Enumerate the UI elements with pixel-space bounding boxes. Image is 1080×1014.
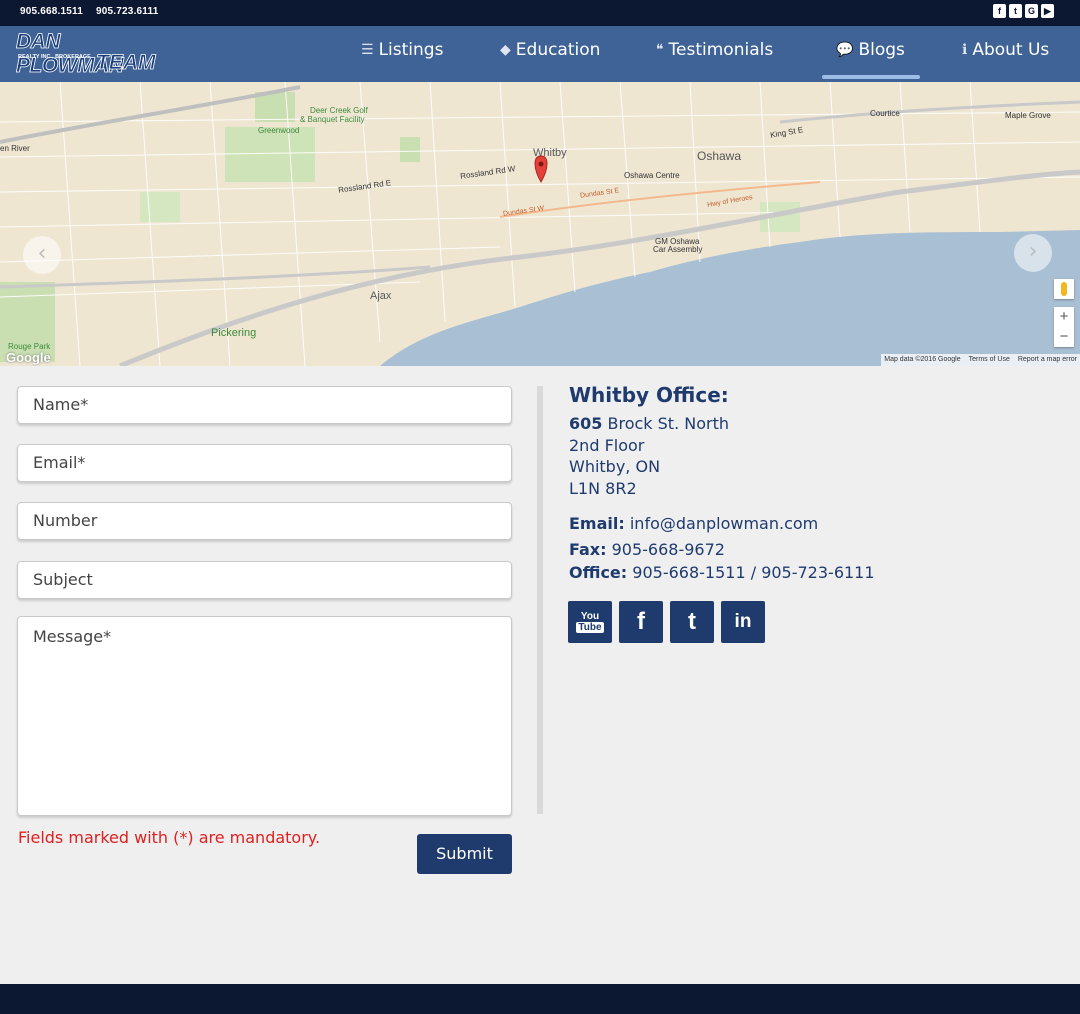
top-phones: 905.668.1511 905.723.6111: [20, 6, 168, 17]
google-logo: Google: [6, 350, 51, 365]
map-prev-arrow[interactable]: ‹: [23, 236, 61, 274]
office-title: Whitby Office:: [569, 383, 729, 407]
social-buttons: You Tube f t in: [568, 601, 765, 643]
office-email-row: Email: info@danplowman.com: [569, 513, 875, 535]
map-label-deer-creek-2: & Banquet Facility: [300, 115, 365, 124]
subject-input[interactable]: Subject: [17, 561, 512, 599]
office-postal: L1N 8R2: [569, 478, 637, 498]
office-fax-label: Fax:: [569, 539, 607, 559]
nav-testimonials-label: Testimonials: [668, 40, 774, 60]
map-label-greenwood: Greenwood: [258, 126, 300, 135]
email-input[interactable]: Email*: [17, 444, 512, 482]
facebook-button[interactable]: f: [619, 601, 663, 643]
mandatory-note: Fields marked with (*) are mandatory.: [18, 828, 321, 847]
map-label-courtice: Courtice: [870, 109, 900, 118]
zoom-out-button[interactable]: −: [1054, 327, 1074, 347]
twitter-button[interactable]: t: [670, 601, 714, 643]
office-street-name: Brock St. North: [607, 414, 730, 433]
office-phone-row: Office: 905-668-1511 / 905-723-6111: [569, 562, 875, 584]
map-zoom-controls: + −: [1054, 307, 1074, 347]
facebook-icon: f: [637, 608, 645, 635]
office-city: Whitby, ON: [569, 457, 661, 476]
active-nav-indicator: [822, 75, 920, 79]
office-fax-row: Fax: 905-668-9672: [569, 539, 875, 561]
youtube-icon-top: You: [580, 611, 600, 622]
nav-about-us-label: About Us: [972, 40, 1050, 60]
map-next-arrow[interactable]: ›: [1014, 234, 1052, 272]
column-divider: [537, 386, 543, 814]
google-map[interactable]: Deer Creek Golf & Banquet Facility Green…: [0, 82, 1080, 366]
twitter-icon: t: [688, 608, 696, 635]
list-icon: ☰: [361, 42, 374, 58]
office-street: 605 Brock St. North: [569, 413, 875, 435]
nav-education-label: Education: [515, 40, 601, 60]
quote-icon: ❝: [656, 42, 664, 58]
map-data-credit: Map data ©2016 Google: [884, 356, 961, 363]
map-label-oshawa-centre: Oshawa Centre: [624, 171, 680, 180]
name-input[interactable]: Name*: [17, 386, 512, 424]
youtube-icon[interactable]: ▶: [1041, 4, 1054, 18]
office-floor: 2nd Floor: [569, 435, 645, 455]
map-label-whitby: Whitby: [533, 147, 567, 159]
submit-button[interactable]: Submit: [417, 834, 512, 874]
nav-listings-label: Listings: [378, 40, 444, 60]
map-label-green-river: en River: [0, 144, 30, 153]
map-label-deer-creek: Deer Creek Golf: [310, 106, 368, 115]
youtube-icon-bottom: Tube: [576, 622, 604, 633]
linkedin-button[interactable]: in: [721, 601, 765, 643]
top-phone-2[interactable]: 905.723.6111: [96, 6, 158, 17]
nav-blogs[interactable]: 💬 Blogs: [836, 40, 905, 60]
zoom-in-button[interactable]: +: [1054, 307, 1074, 327]
linkedin-icon: in: [734, 611, 752, 632]
top-bar: 905.668.1511 905.723.6111 f t G ▶: [0, 0, 1080, 26]
number-input[interactable]: Number: [17, 502, 512, 540]
map-canvas: [0, 82, 1080, 366]
logo-line-2: REALTY INC., BROKERAGE: [18, 54, 91, 60]
youtube-icon: You Tube: [576, 611, 604, 633]
map-label-ajax: Ajax: [370, 290, 392, 302]
youtube-button[interactable]: You Tube: [568, 601, 612, 643]
office-street-number: 605: [569, 414, 603, 433]
twitter-icon[interactable]: t: [1009, 4, 1022, 18]
terms-of-use-link[interactable]: Terms of Use: [969, 356, 1010, 364]
map-label-oshawa: Oshawa: [697, 149, 742, 163]
map-label-pickering: Pickering: [211, 327, 257, 339]
logo[interactable]: DAN PLOWMAN REALTY INC., BROKERAGE TEAM: [16, 30, 156, 78]
office-info: Whitby Office: 605 Brock St. North 2nd F…: [569, 383, 875, 584]
info-icon: ℹ: [962, 42, 968, 58]
office-phone-label: Office:: [569, 563, 628, 582]
map-label-car-assembly: Car Assembly: [653, 245, 703, 254]
office-phone-value[interactable]: 905-668-1511 / 905-723-6111: [632, 563, 874, 582]
message-textarea[interactable]: Message*: [17, 616, 512, 816]
comment-icon: 💬: [836, 42, 854, 58]
street-view-pegman-icon[interactable]: [1054, 279, 1074, 299]
google-plus-icon[interactable]: G: [1025, 4, 1038, 18]
logo-line-3: TEAM: [96, 51, 156, 75]
map-label-maple-grove: Maple Grove: [1005, 111, 1051, 120]
nav-about-us[interactable]: ℹ About Us: [962, 40, 1049, 60]
nav-education[interactable]: ◆ Education: [500, 40, 600, 60]
top-social-icons: f t G ▶: [993, 4, 1054, 18]
office-email-link[interactable]: info@danplowman.com: [630, 514, 818, 533]
top-phone-1[interactable]: 905.668.1511: [20, 6, 83, 17]
main-nav: DAN PLOWMAN REALTY INC., BROKERAGE TEAM …: [0, 26, 1080, 82]
nav-listings[interactable]: ☰ Listings: [361, 40, 443, 60]
office-fax-value: 905-668-9672: [611, 539, 725, 559]
graduation-cap-icon: ◆: [500, 42, 511, 58]
facebook-icon[interactable]: f: [993, 4, 1006, 18]
footer: [0, 984, 1080, 1014]
map-attribution: Map data ©2016 Google Terms of Use Repor…: [881, 354, 1080, 366]
nav-testimonials[interactable]: ❝ Testimonials: [656, 40, 773, 60]
nav-blogs-label: Blogs: [858, 40, 905, 60]
office-email-label: Email:: [569, 514, 625, 533]
report-map-error-link[interactable]: Report a map error: [1018, 356, 1077, 364]
